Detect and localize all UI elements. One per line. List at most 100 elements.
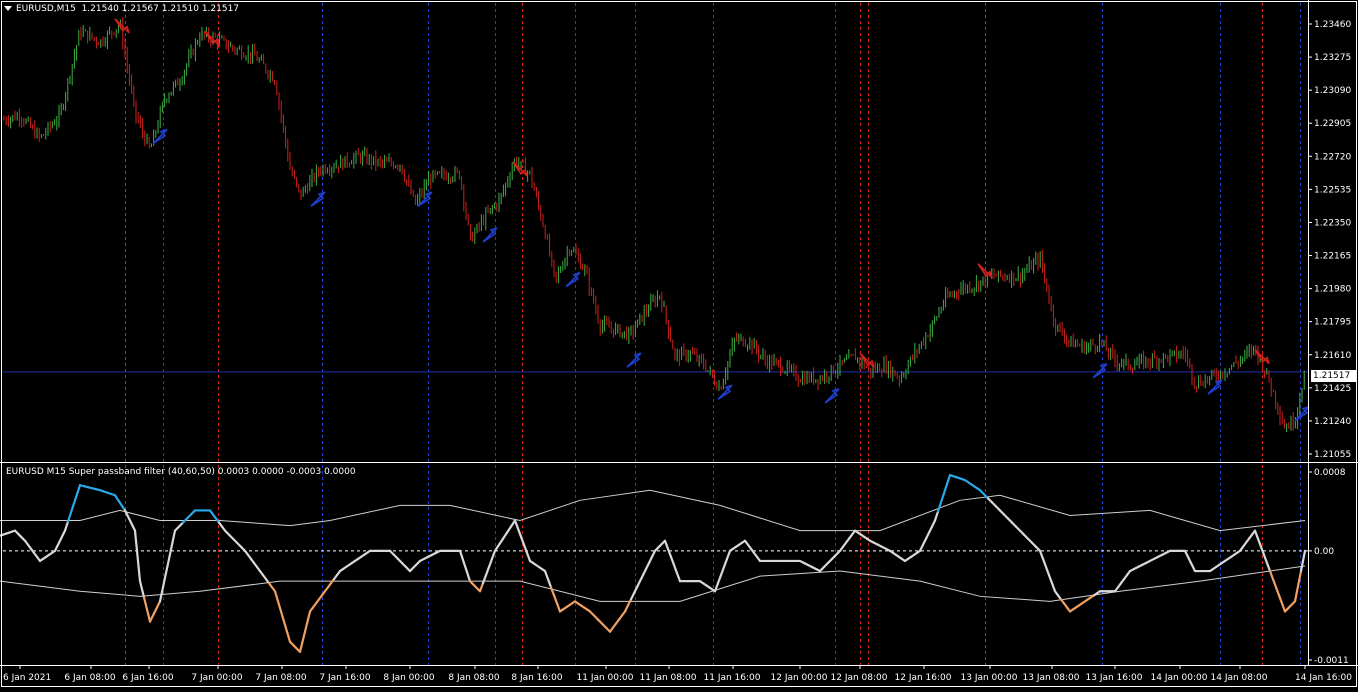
filter-segment [942, 483, 949, 495]
chart-header: EURUSD,M15 1.21540 1.21567 1.21510 1.215… [4, 4, 239, 14]
indicator-tick-label: 0.00 [1314, 547, 1334, 557]
filter-segment [725, 549, 732, 561]
time-tick-label: 12 Jan 08:00 [831, 673, 888, 683]
indicator-title: EURUSD M15 Super passband filter (40,60,… [6, 467, 356, 477]
price-tick-label: 1.22535 [1314, 185, 1351, 195]
filter-segment [525, 551, 532, 563]
buy-arrow-icon [565, 271, 581, 288]
price-tick-label: 1.22350 [1314, 218, 1351, 228]
price-tick-label: 1.22165 [1314, 252, 1351, 262]
filter-segment [1293, 590, 1299, 603]
main-price-chart [3, 16, 1310, 432]
price-tick-label: 1.23460 [1314, 20, 1351, 30]
filter-segment [134, 539, 139, 552]
filter-segment [716, 573, 723, 585]
time-tick-label: 6 Jan 08:00 [64, 673, 116, 683]
price-tick-label: 1.21055 [1314, 450, 1351, 460]
buy-arrow-icon [717, 384, 733, 400]
filter-segment [1271, 578, 1278, 589]
filter-segment [1044, 565, 1051, 577]
filter-segment [285, 630, 292, 643]
filter-segment [1038, 549, 1045, 561]
filter-segment [490, 549, 497, 561]
filter-segment [546, 578, 553, 589]
time-tick-label: 7 Jan 00:00 [191, 673, 243, 683]
filter-segment [478, 582, 485, 593]
filter-segment [1259, 545, 1266, 556]
symbol-label: EURUSD,M15 [16, 4, 76, 14]
filter-segment [302, 626, 308, 637]
time-tick-label: 6 Jan 2021 [3, 673, 51, 683]
time-tick-label: 12 Jan 00:00 [771, 673, 828, 683]
filter-segment [158, 586, 165, 603]
filter-segment [300, 634, 306, 645]
filter-segment [279, 610, 286, 623]
time-tick-label: 11 Jan 00:00 [577, 673, 634, 683]
filter-segment [138, 580, 144, 591]
filter-segment [722, 557, 729, 569]
time-tick-label: 14 Jan 16:00 [1295, 673, 1352, 683]
filter-segment [669, 555, 676, 567]
buy-arrow-icon [152, 128, 168, 145]
time-tick-label: 11 Jan 08:00 [640, 673, 697, 683]
price-tick-label: 1.21610 [1314, 351, 1351, 361]
filter-segment [1295, 580, 1301, 593]
chart-window[interactable]: 1.23460 1.23275 1.23090 1.22905 1.22720 1.225… [0, 0, 1358, 689]
outer-frame [1, 1, 1357, 687]
filter-segment [167, 543, 174, 561]
filter-segment [516, 527, 523, 538]
filter-segment [276, 600, 283, 613]
buy-arrow-icon [310, 191, 326, 207]
buy-arrow-icon [482, 227, 498, 243]
filter-segment [75, 484, 82, 496]
filter-segment [1050, 582, 1057, 593]
filter-segment [1299, 559, 1305, 573]
filter-segment [1280, 602, 1287, 613]
sell-arrow-icon [114, 18, 130, 34]
indicator-tick-label: 0.0008 [1314, 468, 1346, 478]
filter-segment [945, 473, 952, 486]
filter-segment [135, 549, 140, 563]
price-tick-label: 1.23275 [1314, 53, 1351, 63]
filter-segment [933, 510, 940, 522]
filter-segment [1265, 561, 1272, 573]
filter-segment [1277, 594, 1284, 605]
time-tick-label: 11 Jan 16:00 [704, 673, 761, 683]
time-tick-label: 7 Jan 08:00 [255, 673, 307, 683]
filter-segment [273, 590, 280, 603]
filter-segment [663, 539, 670, 550]
filter-segment [142, 596, 148, 607]
price-tick-label: 1.21795 [1314, 318, 1351, 328]
buy-arrow-icon [824, 388, 840, 404]
time-tick-label: 14 Jan 00:00 [1151, 673, 1208, 683]
dropdown-triangle-icon[interactable] [4, 6, 12, 11]
filter-segment [552, 594, 559, 605]
indicator-tick-label: -0.0011 [1314, 656, 1349, 666]
filter-segment [137, 569, 142, 583]
price-tick-label: 1.22720 [1314, 152, 1351, 162]
filter-segment [1047, 573, 1054, 585]
price-tick-label: 1.21240 [1314, 417, 1351, 427]
ohlc-values: 1.21540 1.21567 1.21510 1.21517 [81, 4, 240, 14]
time-tick-label: 12 Jan 16:00 [895, 673, 952, 683]
filter-segment [481, 573, 488, 585]
filter-segment [936, 501, 943, 513]
filter-segment [713, 582, 720, 593]
filter-segment [939, 492, 946, 504]
chart-canvas[interactable]: 1.23460 1.23275 1.23090 1.22905 1.22720 1.225… [0, 0, 1358, 689]
buy-arrow-icon [626, 352, 642, 368]
filter-segment [487, 557, 494, 569]
filter-segment [666, 547, 673, 559]
filter-segment [304, 618, 310, 629]
buy-arrow-icon [1092, 363, 1108, 379]
filter-segment [719, 565, 726, 577]
filter-segment [1268, 569, 1275, 581]
price-tick-label: 1.22905 [1314, 119, 1351, 129]
sell-arrow-icon [977, 263, 993, 279]
filter-segment [672, 563, 679, 575]
filter-segment [69, 502, 76, 514]
current-price-tag: 1.21517 [1311, 370, 1357, 382]
filter-segment [63, 520, 70, 532]
period-separators [125, 3, 1301, 665]
price-tick-label: 1.23090 [1314, 86, 1351, 96]
